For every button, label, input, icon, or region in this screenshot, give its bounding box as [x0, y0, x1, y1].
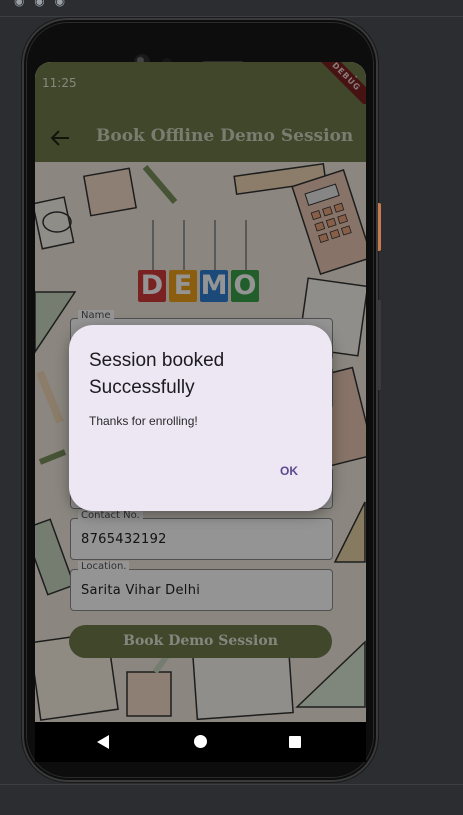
success-dialog: Session booked Successfully Thanks for e… [69, 325, 332, 511]
square-recents-icon[interactable] [289, 736, 301, 748]
toolbar-icons: ◉ ◉ ◉ [14, 0, 69, 8]
emulator-bottom-bar [0, 784, 463, 815]
emulator-top-bar: ◉ ◉ ◉ [0, 0, 463, 17]
ok-button[interactable]: OK [276, 462, 302, 480]
dialog-title: Session booked Successfully [89, 350, 225, 398]
circle-home-icon[interactable] [194, 735, 207, 748]
volume-button[interactable] [378, 300, 381, 390]
system-nav-bar [35, 722, 366, 762]
triangle-back-icon[interactable] [97, 735, 109, 749]
power-button[interactable] [378, 203, 381, 251]
dialog-message: Thanks for enrolling! [89, 414, 198, 428]
